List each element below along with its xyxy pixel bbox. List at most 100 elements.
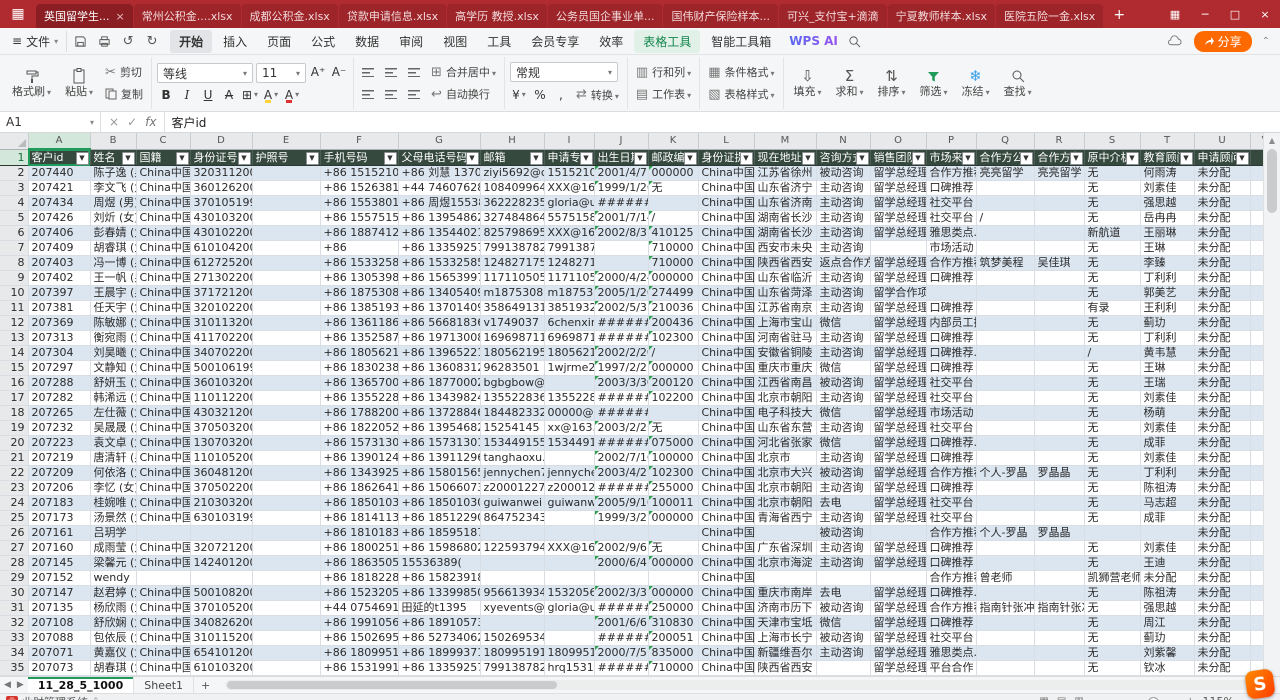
row-number[interactable]: 16 xyxy=(0,376,28,391)
cell[interactable]: +86 1343982452 xyxy=(398,391,480,406)
column-header-H[interactable]: H xyxy=(480,133,544,149)
cell[interactable]: 口碑推荐 xyxy=(926,481,976,496)
cell[interactable]: 唐清轩 (男 xyxy=(90,451,136,466)
font-name-select[interactable]: 等线▾ xyxy=(157,63,253,83)
cell[interactable]: 未分配 xyxy=(1194,496,1250,511)
cell[interactable]: 刘炘 (女) xyxy=(90,211,136,226)
cell[interactable]: +86 1350841903 xyxy=(398,676,480,677)
row-number[interactable]: 27 xyxy=(0,541,28,556)
row-number[interactable]: 2 xyxy=(0,166,28,181)
cell[interactable]: +86 1851229020 xyxy=(398,511,480,526)
undo-icon[interactable]: ↺ xyxy=(119,32,137,50)
cell[interactable]: 社交平台 xyxy=(926,631,976,646)
cell[interactable]: 654101200007050581 xyxy=(190,646,252,661)
cell[interactable]: China中国 xyxy=(698,436,754,451)
add-sheet-button[interactable]: + xyxy=(194,679,217,692)
close-icon[interactable]: × xyxy=(1250,0,1280,28)
cell[interactable]: 被动咨询 xyxy=(816,631,870,646)
cell[interactable]: +86 18101832 xyxy=(320,526,398,541)
cell[interactable]: 320102200205312X xyxy=(190,301,252,316)
cell[interactable] xyxy=(1034,586,1084,601)
cell[interactable]: China中国 xyxy=(136,601,190,616)
cell[interactable]: 207052 xyxy=(28,676,90,677)
cell[interactable]: 留学总经理 xyxy=(870,556,926,571)
cell[interactable]: China中国 xyxy=(698,526,754,541)
cell[interactable]: 留学总经理 xyxy=(870,541,926,556)
maximize-icon[interactable]: □ xyxy=(1220,0,1250,28)
cell[interactable]: 207161 xyxy=(28,526,90,541)
cell[interactable]: +86 1565399710 xyxy=(398,271,480,286)
cell[interactable]: 无 xyxy=(1084,511,1140,526)
cell[interactable]: 新航道 xyxy=(1084,226,1140,241)
cell[interactable]: +86 13552283 xyxy=(320,391,398,406)
cell[interactable] xyxy=(480,616,544,631)
cell[interactable]: 无 xyxy=(648,421,698,436)
cell[interactable]: guiwanwei xyxy=(480,496,544,511)
cell[interactable]: China中国 xyxy=(698,661,754,676)
row-number[interactable]: 32 xyxy=(0,616,28,631)
cell[interactable]: 130703200106280921 xyxy=(190,436,252,451)
cell[interactable]: +86 15026953 xyxy=(320,631,398,646)
cell[interactable]: 王琳 xyxy=(1140,361,1194,376)
cell[interactable]: 2001/7/14 xyxy=(594,211,648,226)
cell[interactable]: 刘素佳 xyxy=(1140,541,1194,556)
cell[interactable]: 留学总经理 xyxy=(870,496,926,511)
cell[interactable]: 留学总经理 xyxy=(870,316,926,331)
cell[interactable]: 630103199903020823 xyxy=(190,511,252,526)
cell[interactable]: +86 15538019 xyxy=(320,196,398,211)
cell[interactable]: 留学总经理 xyxy=(870,271,926,286)
cell[interactable] xyxy=(136,526,190,541)
cell[interactable]: 留学总经理 xyxy=(870,436,926,451)
cell[interactable]: China中国 xyxy=(698,571,754,586)
cell[interactable]: 口碑推荐 xyxy=(926,676,976,677)
cell[interactable] xyxy=(976,586,1034,601)
cell[interactable]: 15536389( xyxy=(398,556,480,571)
cell[interactable]: 无 xyxy=(1084,271,1140,286)
cell[interactable]: 无 xyxy=(1084,256,1140,271)
cell[interactable]: 320721200209060081 xyxy=(190,541,252,556)
cell[interactable]: +86 1395468251 xyxy=(398,421,480,436)
cell[interactable] xyxy=(976,271,1034,286)
cell[interactable] xyxy=(252,436,320,451)
cell[interactable]: +86 1971300890 xyxy=(398,331,480,346)
cell[interactable]: 无 xyxy=(1084,316,1140,331)
cell[interactable]: China中国 xyxy=(698,196,754,211)
cell[interactable]: 207160 xyxy=(28,541,90,556)
cell[interactable]: 主动咨询 xyxy=(816,181,870,196)
cell[interactable]: 15320563( xyxy=(544,586,594,601)
cell[interactable]: 左仕薇 (女 xyxy=(90,406,136,421)
cell[interactable]: China中国 xyxy=(136,196,190,211)
cell[interactable]: 135522836# xyxy=(544,391,594,406)
cell[interactable]: 主动咨询 xyxy=(816,421,870,436)
cell[interactable]: China中国 xyxy=(698,361,754,376)
chevron-up-icon[interactable]: ⌃ xyxy=(92,697,100,700)
cell[interactable]: 2002/2/20 xyxy=(594,346,648,361)
column-header-Q[interactable]: Q xyxy=(976,133,1034,149)
italic-button[interactable]: I xyxy=(178,86,196,103)
cell[interactable]: 上海市宝山 xyxy=(754,316,816,331)
cell[interactable]: China中国 xyxy=(136,376,190,391)
cell[interactable]: 2002/8/20 xyxy=(594,676,648,677)
search-icon[interactable] xyxy=(846,32,864,50)
cell[interactable]: 无 xyxy=(1084,601,1140,616)
cell[interactable]: 411702200312270822 xyxy=(190,331,252,346)
row-number[interactable]: 18 xyxy=(0,406,28,421)
cell[interactable]: 无 xyxy=(1084,421,1140,436)
cell[interactable]: 个人-罗晶 xyxy=(976,526,1034,541)
cell[interactable]: 主动咨询 xyxy=(816,301,870,316)
cell[interactable]: +86 1877000215 xyxy=(398,376,480,391)
cell[interactable]: China中国 xyxy=(136,226,190,241)
cell[interactable]: 169698711 xyxy=(480,331,544,346)
align-top-icon[interactable] xyxy=(359,64,377,81)
filter-dropdown-icon[interactable]: ▼ xyxy=(306,152,319,165)
cell[interactable]: +86 13525876 xyxy=(320,331,398,346)
minimize-icon[interactable]: ─ xyxy=(1190,0,1220,28)
cell[interactable]: 835000 xyxy=(648,646,698,661)
cell[interactable]: 未分配 xyxy=(1194,316,1250,331)
cell[interactable] xyxy=(976,316,1034,331)
confirm-entry-icon[interactable]: ✓ xyxy=(127,115,137,129)
cell[interactable]: 430102200208315525 xyxy=(190,226,252,241)
cell[interactable]: +86 18626415 xyxy=(320,481,398,496)
cell[interactable]: +86 1506607386 xyxy=(398,481,480,496)
cell[interactable]: m1875308# xyxy=(544,286,594,301)
